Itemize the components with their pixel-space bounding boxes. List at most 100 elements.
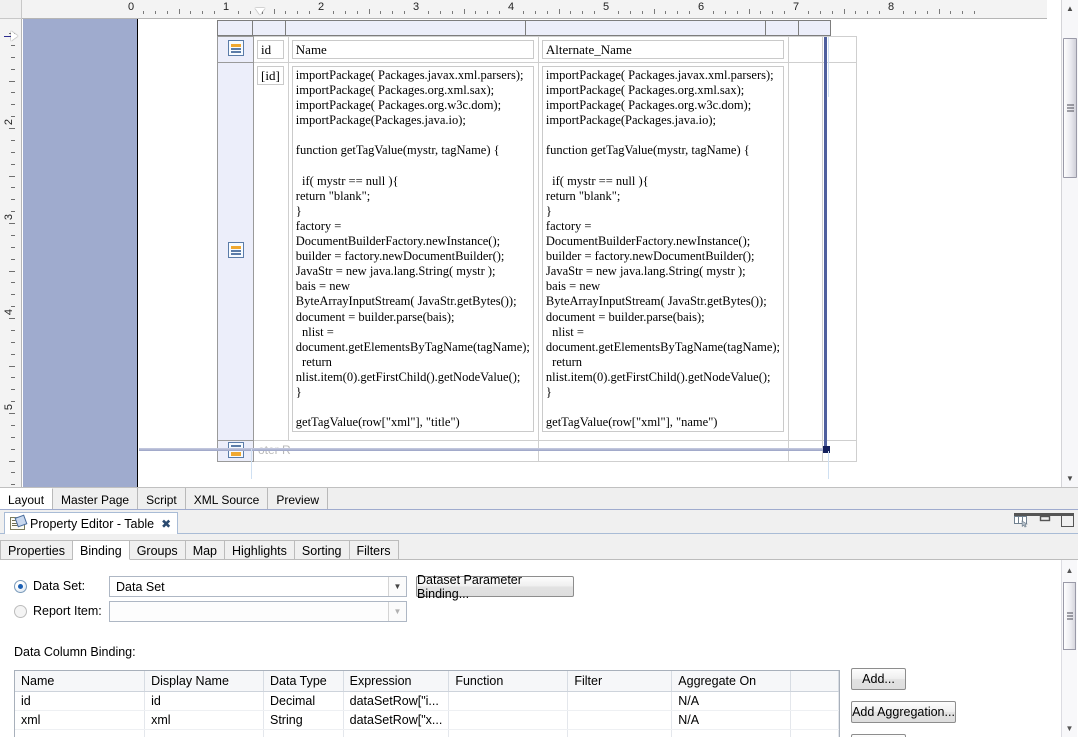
binding-column-header[interactable]: Display Name <box>144 671 264 692</box>
table-row-empty[interactable] <box>15 729 839 737</box>
table-detail-row[interactable]: [id] importPackage( Packages.javax.xml.p… <box>217 62 858 441</box>
chevron-down-icon[interactable]: ▼ <box>388 577 406 596</box>
dataset-combo[interactable]: Data Set ▼ <box>109 576 407 597</box>
cell-detail-id[interactable]: [id] <box>253 62 289 441</box>
dataset-radio-row[interactable]: Data Set: <box>14 579 85 593</box>
pe-tab-filters[interactable]: Filters <box>349 540 399 560</box>
binding-cell-name[interactable]: id <box>15 691 146 711</box>
binding-column-header[interactable]: Name <box>15 671 146 692</box>
chevron-down-icon[interactable]: ▼ <box>388 602 406 621</box>
binding-column-header[interactable]: Data Type <box>263 671 344 692</box>
cell-detail-alternate-name[interactable]: importPackage( Packages.javax.xml.parser… <box>537 62 790 441</box>
table-row[interactable]: id id Decimal dataSetRow["i... N/A <box>15 691 839 711</box>
dataset-parameter-binding-button[interactable]: Dataset Parameter Binding... <box>416 573 574 601</box>
cell-header-extra-1[interactable] <box>788 36 824 63</box>
panel-window-buttons[interactable] <box>1014 513 1074 528</box>
scroll-up-arrow[interactable]: ▲ <box>1062 562 1077 578</box>
add-button[interactable]: Add... <box>851 668 906 690</box>
pe-tab-groups[interactable]: Groups <box>129 540 186 560</box>
view-tab-xml-source[interactable]: XML Source <box>185 488 269 509</box>
binding-column-header[interactable]: Filter <box>567 671 673 692</box>
column-handle-extra-1[interactable] <box>765 20 798 36</box>
dataset-radio-button[interactable] <box>14 579 27 593</box>
report-page-canvas[interactable]: id Name Alternate_Name [id] importPackag… <box>139 19 1047 487</box>
pe-tab-properties[interactable]: Properties <box>0 540 73 560</box>
cell-header-id[interactable]: id <box>253 36 289 63</box>
cell-header-alternate-name[interactable]: Alternate_Name <box>537 36 790 63</box>
row-handle-footer[interactable] <box>217 440 254 462</box>
binding-column-header[interactable]: Function <box>448 671 569 692</box>
binding-column-header[interactable]: Expression <box>343 671 450 692</box>
row-handle-header[interactable] <box>217 36 254 63</box>
close-icon[interactable]: ✖ <box>159 518 171 530</box>
designer-vertical-scrollbar[interactable]: ▲ ▼ <box>1061 0 1078 487</box>
binding-cell-function[interactable] <box>448 691 569 711</box>
scrollbar-thumb[interactable] <box>1063 582 1076 650</box>
binding-cell-empty[interactable] <box>790 729 839 737</box>
view-tab-preview[interactable]: Preview <box>268 488 329 509</box>
binding-cell-aggregate-on[interactable]: N/A <box>671 691 792 711</box>
report-table[interactable]: id Name Alternate_Name [id] importPackag… <box>217 36 858 462</box>
table-header-row[interactable]: id Name Alternate_Name <box>217 36 858 63</box>
scroll-down-arrow[interactable]: ▼ <box>1062 720 1077 736</box>
pe-tab-map[interactable]: Map <box>185 540 226 560</box>
binding-cell-display-name[interactable]: xml <box>144 710 264 730</box>
binding-cell-filter[interactable] <box>567 710 673 730</box>
vertical-ruler[interactable]: 2 3 4 5 <box>0 19 22 487</box>
pe-tab-sorting[interactable]: Sorting <box>294 540 350 560</box>
binding-column-header[interactable]: Aggregate On <box>671 671 792 692</box>
binding-cell-expression[interactable]: dataSetRow["i... <box>343 691 450 711</box>
horizontal-ruler[interactable]: 0 1 2 3 4 5 6 7 8 <box>22 0 1047 19</box>
column-handle-id[interactable] <box>252 20 285 36</box>
property-editor-tab[interactable]: Property Editor - Table ✖ <box>4 512 179 534</box>
cell-footer-extra-1[interactable] <box>788 440 824 462</box>
binding-cell-function[interactable] <box>448 710 569 730</box>
pe-tab-binding[interactable]: Binding <box>72 540 130 560</box>
binding-cell-expression[interactable]: dataSetRow["x... <box>343 710 450 730</box>
view-tab-layout[interactable]: Layout <box>0 488 54 509</box>
report-item-radio-row[interactable]: Report Item: <box>14 604 102 618</box>
table-column-handles[interactable] <box>217 20 831 36</box>
row-handle-detail[interactable] <box>217 62 254 441</box>
binding-cell-name[interactable]: xml <box>15 710 146 730</box>
column-handle-extra-2[interactable] <box>798 20 831 36</box>
column-handle-name[interactable] <box>285 20 525 36</box>
table-footer-row[interactable]: oter R <box>217 440 858 462</box>
table-corner-handle[interactable] <box>217 20 252 36</box>
binding-cell-empty[interactable] <box>448 729 569 737</box>
cell-detail-extra-1[interactable] <box>788 62 824 441</box>
binding-cell-data-type[interactable]: Decimal <box>263 691 344 711</box>
binding-cell-empty[interactable] <box>343 729 450 737</box>
property-editor-scrollbar[interactable]: ▲ ▼ <box>1061 560 1077 737</box>
binding-cell-empty[interactable] <box>263 729 344 737</box>
binding-cell-empty[interactable] <box>15 729 146 737</box>
table-row[interactable]: xml xml String dataSetRow["x... N/A <box>15 710 839 730</box>
cell-footer-alternate-name[interactable] <box>537 440 790 462</box>
add-aggregation-button[interactable]: Add Aggregation... <box>851 701 956 723</box>
binding-cell-empty[interactable] <box>671 729 792 737</box>
binding-cell-filter[interactable] <box>567 691 673 711</box>
scrollbar-thumb[interactable] <box>1063 38 1077 178</box>
ruler-margin-marker[interactable] <box>11 31 18 41</box>
designer-view-tabs[interactable]: Layout Master Page Script XML Source Preview <box>0 487 1078 509</box>
ruler-margin-marker[interactable] <box>254 8 265 15</box>
cell-detail-name[interactable]: importPackage( Packages.javax.xml.parser… <box>287 62 539 441</box>
column-handle-alternate-name[interactable] <box>525 20 765 36</box>
property-editor-subtabs[interactable]: Properties Binding Groups Map Highlights Sort… <box>0 540 1078 560</box>
cell-header-name[interactable]: Name <box>287 36 539 63</box>
cell-footer-name[interactable]: oter R <box>253 440 539 462</box>
binding-cell-aggregate-on[interactable]: N/A <box>671 710 792 730</box>
report-item-combo[interactable]: ▼ <box>109 601 407 622</box>
scroll-up-arrow[interactable]: ▲ <box>1062 0 1078 17</box>
view-tab-master-page[interactable]: Master Page <box>53 488 139 509</box>
scroll-down-arrow[interactable]: ▼ <box>1062 470 1078 487</box>
binding-cell-data-type[interactable]: String <box>263 710 344 730</box>
pe-tab-highlights[interactable]: Highlights <box>225 540 295 560</box>
maximize-icon[interactable] <box>1061 514 1074 527</box>
binding-cell-display-name[interactable]: id <box>144 691 264 711</box>
view-tab-script[interactable]: Script <box>138 488 186 509</box>
data-column-binding-table[interactable]: Name Display Name Data Type Expression Funct… <box>14 670 840 737</box>
binding-cell-empty[interactable] <box>567 729 673 737</box>
binding-cell-empty[interactable] <box>144 729 264 737</box>
cell-detail-extra-2[interactable] <box>822 62 858 441</box>
